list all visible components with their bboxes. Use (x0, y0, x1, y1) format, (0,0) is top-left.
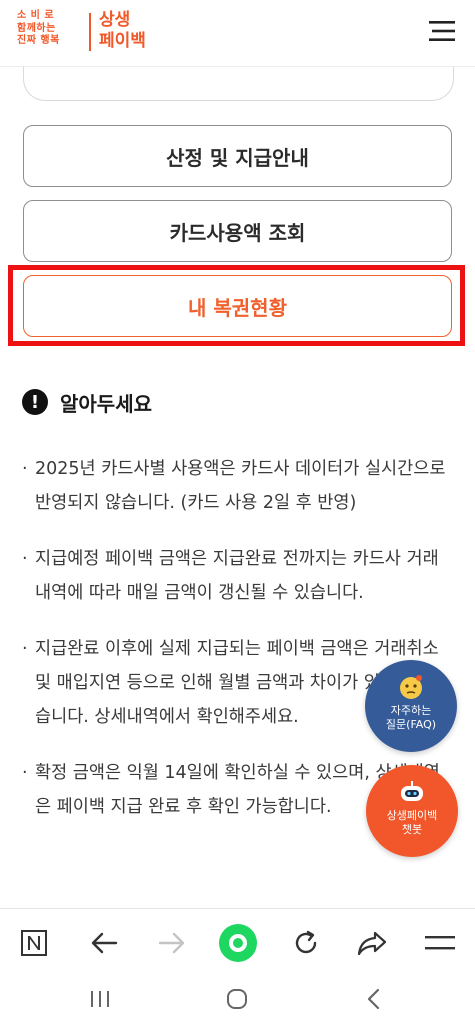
naver-n-icon[interactable] (14, 923, 54, 963)
logo-wordmark-line-1: 상생 (99, 10, 131, 30)
menu-icon[interactable] (420, 923, 460, 963)
logo-slogan: 소 비 로 함께하는 진짜 행복 (17, 10, 79, 48)
share-icon[interactable] (352, 923, 392, 963)
logo-slogan-line-1: 소 비 로 (17, 10, 55, 21)
notice-title: 알아두세요 (60, 391, 152, 416)
sangsaeng-payback-logo[interactable]: 소 비 로 함께하는 진짜 행복 상생 페이백 (17, 10, 167, 56)
hamburger-menu-icon[interactable] (429, 20, 455, 42)
faq-label-line-1: 자주하는 (390, 704, 432, 717)
logo-slogan-line-3: 진짜 행복 (17, 35, 60, 46)
notice-item: 지급예정 페이백 금액은 지급완료 전까지는 카드사 거래내역에 따라 매일 금… (22, 542, 454, 610)
forward-arrow-icon[interactable] (152, 923, 192, 963)
chatbot-label-line-2: 챗봇 (401, 823, 423, 836)
logo-slogan-line-2: 함께하는 (17, 22, 56, 34)
app-header: 소 비 로 함께하는 진짜 행복 상생 페이백 (0, 0, 475, 67)
faq-floating-button[interactable]: 자주하는 질문(FAQ) (365, 660, 457, 752)
notice-item: 2025년 카드사별 사용액은 카드사 데이터가 실시간으로 반영되지 않습니다… (22, 452, 454, 520)
recent-apps-icon[interactable] (80, 982, 120, 1016)
faq-label-line-2: 질문(FAQ) (385, 718, 437, 731)
home-circle-icon[interactable] (217, 982, 257, 1016)
card-usage-lookup-button[interactable]: 카드사용액 조회 (23, 200, 452, 262)
browser-toolbar (0, 908, 475, 975)
back-arrow-icon[interactable] (84, 923, 124, 963)
logo-divider (89, 13, 91, 51)
notice-header: ! 알아두세요 (22, 384, 152, 420)
back-chevron-icon[interactable] (354, 982, 394, 1016)
chatbot-floating-button[interactable]: 상생페이백 챗봇 (366, 765, 458, 857)
my-recovery-status-button[interactable]: 내 복권현황 (23, 275, 452, 337)
logo-wordmark-line-2: 페이백 (99, 31, 146, 51)
system-navigation-bar (0, 974, 475, 1024)
logo-wordmark: 상생 페이백 (99, 10, 179, 52)
home-green-icon[interactable] (218, 923, 258, 963)
exclamation-icon: ! (22, 389, 48, 415)
robot-icon (397, 777, 427, 807)
selection-guide-button[interactable]: 산정 및 지급안내 (23, 125, 452, 187)
thinking-face-icon (396, 672, 426, 702)
chatbot-label-line-1: 상생페이백 (386, 809, 438, 822)
refresh-icon[interactable] (286, 923, 326, 963)
